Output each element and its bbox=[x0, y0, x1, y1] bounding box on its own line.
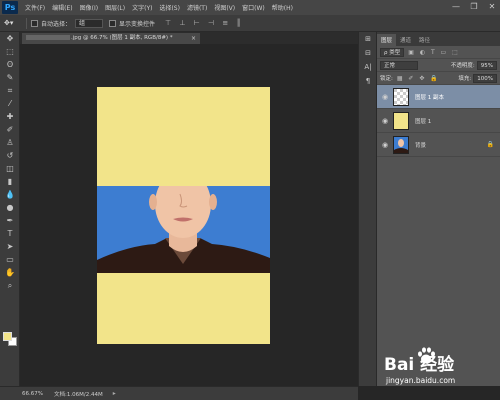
document-canvas[interactable] bbox=[97, 87, 270, 344]
layer-filter-row: ρ 类型 ▣ ◐ T ▭ ⬚ bbox=[377, 46, 500, 59]
document-tab[interactable]: .jpg @ 66.7% (图层 1 副本, RGB/8#) * × bbox=[22, 33, 200, 44]
menu-edit[interactable]: 编辑(E) bbox=[52, 3, 72, 12]
layer-kind-filter[interactable]: ρ 类型 bbox=[380, 47, 405, 57]
menu-window[interactable]: 窗口(W) bbox=[242, 3, 265, 12]
type-tool-icon[interactable]: T bbox=[0, 227, 20, 240]
path-select-tool-icon[interactable]: ➤ bbox=[0, 240, 20, 253]
gradient-tool-icon[interactable]: ▮ bbox=[0, 175, 20, 188]
menu-help[interactable]: 帮助(H) bbox=[272, 3, 293, 12]
character-panel-icon[interactable]: A| bbox=[359, 60, 377, 74]
pen-tool-icon[interactable]: ✒ bbox=[0, 214, 20, 227]
auto-select-checkbox[interactable] bbox=[31, 19, 38, 27]
layer-filter-icons[interactable]: ▣ ◐ T ▭ ⬚ bbox=[408, 49, 460, 56]
layer-name: 图层 1 bbox=[415, 118, 432, 125]
shape-tool-icon[interactable]: ▭ bbox=[0, 253, 20, 266]
layer-row-background[interactable]: ◉ 背景 🔒 bbox=[377, 133, 500, 157]
fill-label: 填充: bbox=[458, 76, 472, 82]
layer-name: 图层 1 副本 bbox=[415, 94, 444, 101]
menu-bar: Ps 文件(F) 编辑(E) 图像(I) 图层(L) 文字(Y) 选择(S) 滤… bbox=[0, 0, 500, 15]
history-brush-tool-icon[interactable]: ↺ bbox=[0, 149, 20, 162]
foreground-color-swatch[interactable] bbox=[3, 332, 12, 341]
menu-type[interactable]: 文字(Y) bbox=[132, 3, 152, 12]
visibility-eye-icon[interactable]: ◉ bbox=[377, 141, 393, 149]
document-size-info: 文档:1.06M/2.44M bbox=[54, 391, 103, 398]
baidu-jingyan-watermark: Bai 经验 jingyan.baidu.com bbox=[384, 346, 500, 398]
menu-filter[interactable]: 滤镜(T) bbox=[187, 3, 207, 12]
tab-layers[interactable]: 图层 bbox=[377, 34, 397, 46]
portrait-photo bbox=[97, 186, 270, 273]
visibility-eye-icon[interactable]: ◉ bbox=[377, 117, 393, 125]
fill-input[interactable]: 100% bbox=[473, 73, 497, 83]
layer-thumbnail bbox=[393, 135, 409, 154]
healing-brush-tool-icon[interactable]: ✚ bbox=[0, 110, 20, 123]
blur-tool-icon[interactable]: 💧 bbox=[0, 188, 20, 201]
lock-icon: 🔒 bbox=[486, 141, 494, 148]
hand-tool-icon[interactable]: ✋ bbox=[0, 266, 20, 279]
visibility-eye-icon[interactable]: ◉ bbox=[377, 93, 393, 101]
canvas-area[interactable] bbox=[20, 44, 358, 386]
status-menu-arrow-icon[interactable]: ▸ bbox=[113, 390, 116, 397]
move-tool-preset-icon[interactable]: ✥▾ bbox=[4, 18, 22, 29]
eraser-tool-icon[interactable]: ◫ bbox=[0, 162, 20, 175]
clone-stamp-tool-icon[interactable]: ♙ bbox=[0, 136, 20, 149]
lasso-tool-icon[interactable]: ʘ bbox=[0, 58, 20, 71]
tools-panel: ✥ ⬚ ʘ ✎ ⌗ ⁄ ✚ ✐ ♙ ↺ ◫ ▮ 💧 ● ✒ T ➤ ▭ ✋ ⌕ bbox=[0, 32, 20, 386]
blend-opacity-row: 正常 不透明度: 95% bbox=[377, 59, 500, 72]
show-transform-label: 显示变换控件 bbox=[119, 20, 156, 28]
menu-view[interactable]: 视图(V) bbox=[214, 3, 235, 12]
crop-tool-icon[interactable]: ⌗ bbox=[0, 84, 20, 97]
lock-icons[interactable]: ▦ ✐ ✥ 🔒 bbox=[397, 75, 440, 82]
move-tool-icon[interactable]: ✥ bbox=[0, 32, 20, 45]
eyedropper-tool-icon[interactable]: ⁄ bbox=[0, 97, 20, 110]
menu-file[interactable]: 文件(F) bbox=[25, 3, 45, 12]
brush-tool-icon[interactable]: ✐ bbox=[0, 123, 20, 136]
window-controls: — ❐ ✕ bbox=[450, 1, 498, 12]
paragraph-panel-icon[interactable]: ¶ bbox=[359, 74, 377, 88]
minimize-button[interactable]: — bbox=[450, 1, 462, 12]
tab-paths[interactable]: 路径 bbox=[415, 34, 434, 46]
lock-fill-row: 锁定: ▦ ✐ ✥ 🔒 填充: 100% bbox=[377, 72, 500, 85]
separator bbox=[26, 17, 27, 29]
layers-panel: 图层 通道 路径 ρ 类型 ▣ ◐ T ▭ ⬚ 正常 不透明度: 95% 锁定:… bbox=[376, 32, 500, 386]
menu-select[interactable]: 选择(S) bbox=[159, 3, 180, 12]
collapsed-panel-dock: ⊞ ⊟ A| ¶ bbox=[358, 32, 376, 386]
layer-row-copy[interactable]: ◉ 图层 1 副本 bbox=[377, 85, 500, 109]
show-transform-checkbox[interactable] bbox=[109, 19, 117, 27]
menu-layer[interactable]: 图层(L) bbox=[105, 3, 125, 12]
opacity-label: 不透明度: bbox=[450, 63, 475, 69]
status-bar: 66.67% 文档:1.06M/2.44M ▸ bbox=[0, 386, 358, 400]
tab-close-icon[interactable]: × bbox=[191, 33, 196, 44]
align-icons[interactable]: ⊤ ⊥ ⊢ ⊣ ≡ ║ bbox=[165, 19, 244, 27]
baidu-paw-icon bbox=[418, 347, 435, 364]
portrait-photo-strip bbox=[97, 186, 270, 273]
restore-button[interactable]: ❐ bbox=[468, 1, 480, 12]
layer-thumbnail bbox=[393, 87, 409, 106]
layer-name: 背景 bbox=[415, 142, 427, 149]
auto-select-label: 自动选择： bbox=[41, 20, 72, 28]
properties-panel-icon[interactable]: ⊟ bbox=[359, 46, 377, 60]
panel-tabs: 图层 通道 路径 bbox=[377, 32, 500, 46]
history-panel-icon[interactable]: ⊞ bbox=[359, 32, 377, 46]
photoshop-logo: Ps bbox=[2, 1, 18, 14]
quick-select-tool-icon[interactable]: ✎ bbox=[0, 71, 20, 84]
layer-row-1[interactable]: ◉ 图层 1 bbox=[377, 109, 500, 133]
watermark-url: jingyan.baidu.com bbox=[386, 376, 456, 385]
zoom-tool-icon[interactable]: ⌕ bbox=[0, 279, 20, 292]
dodge-tool-icon[interactable]: ● bbox=[0, 201, 20, 214]
document-tab-bar: .jpg @ 66.7% (图层 1 副本, RGB/8#) * × bbox=[20, 32, 358, 44]
lock-label: 锁定: bbox=[380, 76, 393, 82]
blend-mode-dropdown[interactable]: 正常 bbox=[380, 60, 418, 70]
marquee-tool-icon[interactable]: ⬚ bbox=[0, 45, 20, 58]
options-bar: ✥▾ 自动选择： 组 显示变换控件 ⊤ ⊥ ⊢ ⊣ ≡ ║ bbox=[0, 15, 500, 32]
opacity-input[interactable]: 95% bbox=[476, 60, 497, 70]
auto-select-dropdown[interactable]: 组 bbox=[75, 18, 104, 28]
tab-channels[interactable]: 通道 bbox=[396, 34, 415, 46]
close-button[interactable]: ✕ bbox=[486, 1, 498, 12]
zoom-level[interactable]: 66.67% bbox=[22, 391, 50, 397]
document-tab-title: .jpg @ 66.7% (图层 1 副本, RGB/8#) * bbox=[71, 35, 173, 41]
redacted-filename bbox=[26, 35, 70, 40]
menu-image[interactable]: 图像(I) bbox=[80, 3, 98, 12]
layer-thumbnail bbox=[393, 111, 409, 130]
